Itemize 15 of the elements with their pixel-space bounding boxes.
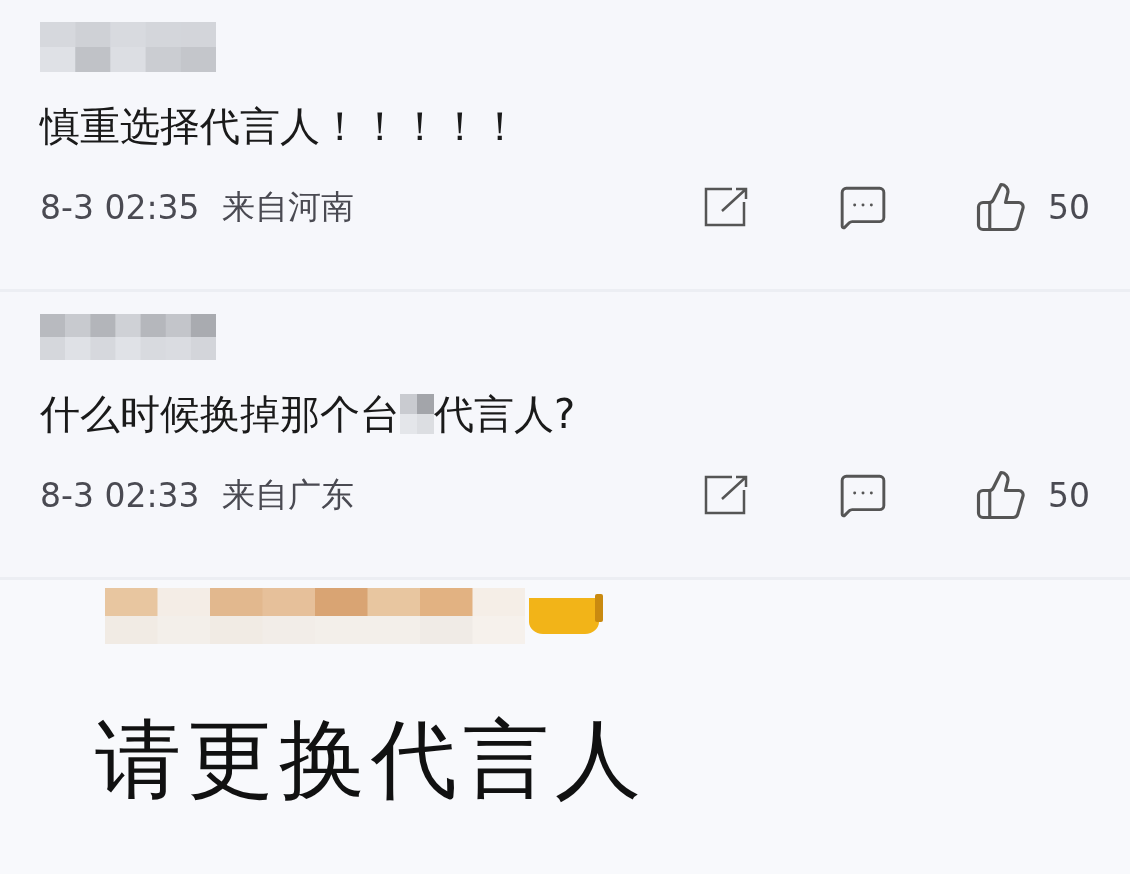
share-icon[interactable] (702, 474, 750, 516)
comment-time: 8-3 02:33 (40, 475, 200, 515)
comment-text: 请更换代言人 (95, 708, 648, 811)
comment-location: 来自广东 (221, 473, 354, 516)
like-icon[interactable] (974, 468, 1028, 522)
share-icon[interactable] (702, 186, 750, 228)
comment-location: 来自河南 (221, 185, 354, 228)
like-count: 50 (1048, 475, 1090, 515)
pixelated-word (400, 394, 434, 434)
comment-time: 8-3 02:35 (40, 187, 200, 227)
like-count: 50 (1048, 187, 1090, 227)
comment-text: 慎重选择代言人！！！！！ (40, 102, 520, 150)
comment-text: 代言人? (434, 390, 576, 438)
comment-text: 什么时候换掉那个台 (40, 390, 400, 438)
like-icon[interactable] (974, 180, 1028, 234)
